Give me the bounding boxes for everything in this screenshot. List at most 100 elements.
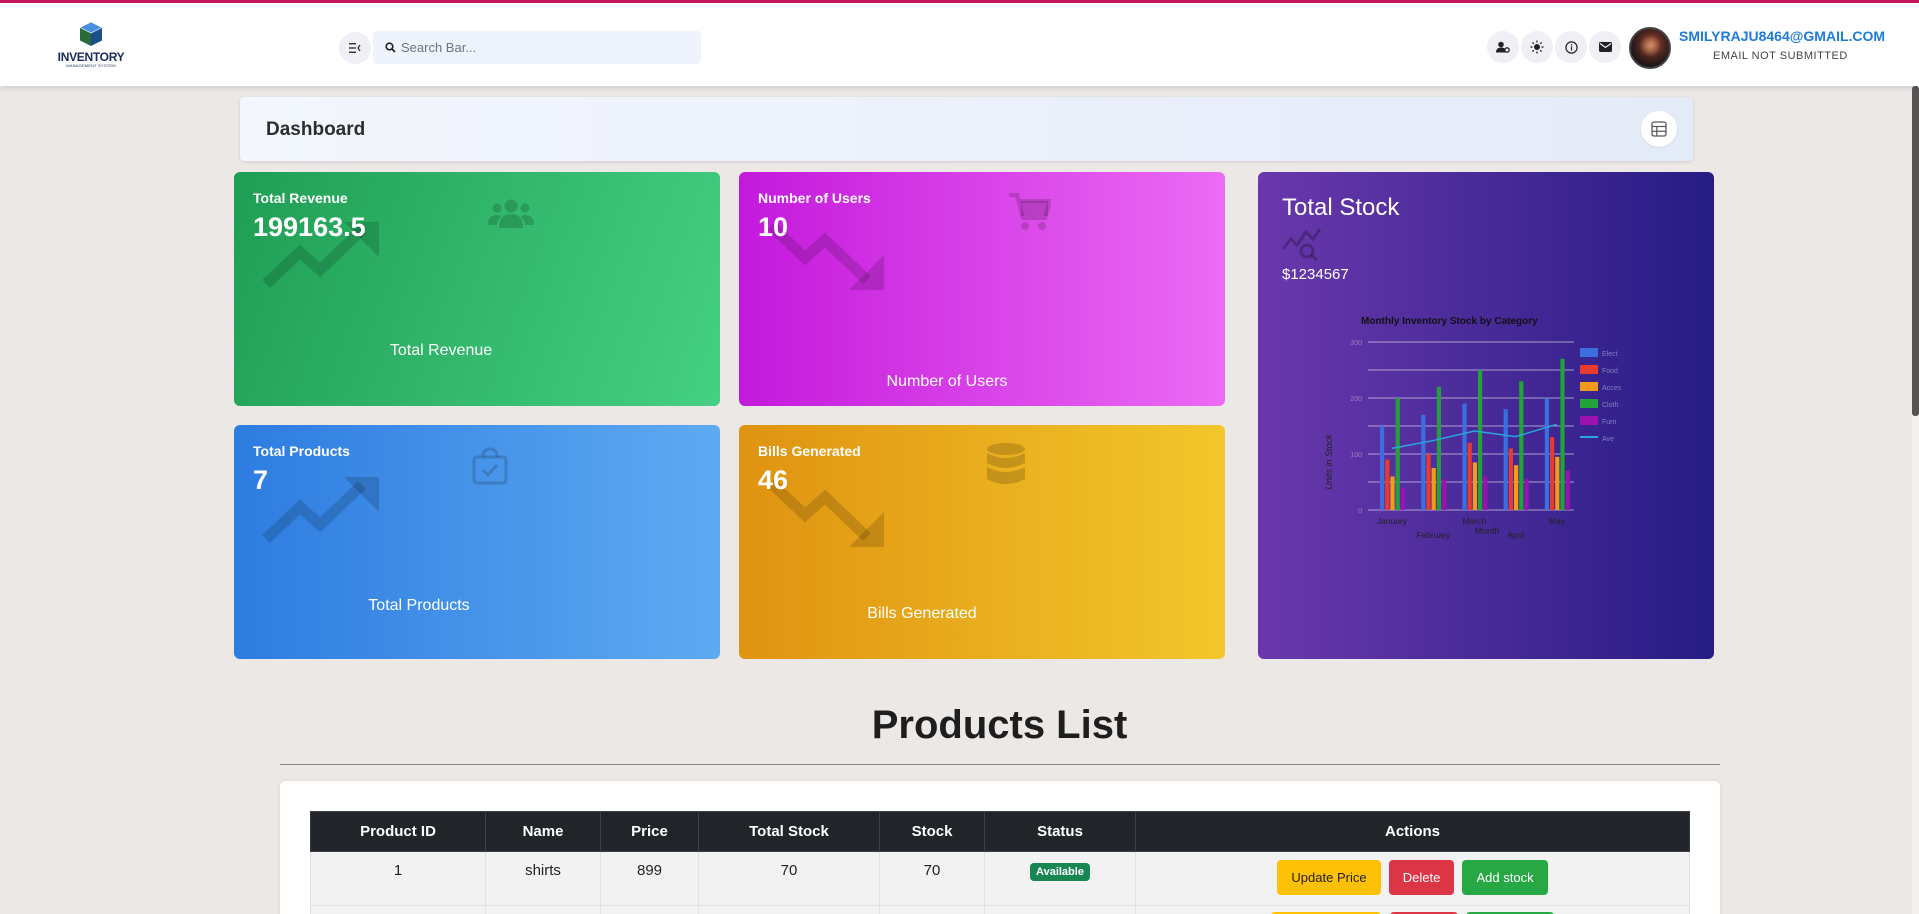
total-revenue-card[interactable]: Total Revenue 199163.5 Total Revenue	[234, 172, 720, 406]
x-tick-label: May	[1549, 516, 1566, 526]
bar	[1426, 454, 1431, 510]
inventory-bar-chart: Monthly Inventory Stock by Category Unit…	[1324, 316, 1622, 540]
bar	[1421, 414, 1426, 510]
chart-xlabel: Month	[1474, 526, 1499, 536]
users-icon	[488, 199, 534, 228]
total-stock-card[interactable]: Total Stock $1234567 Monthly Inventory S…	[1258, 172, 1714, 659]
legend-swatch	[1580, 399, 1598, 408]
bar	[1390, 476, 1395, 510]
search-icon	[385, 42, 396, 53]
info-button[interactable]	[1555, 31, 1587, 63]
avatar[interactable]	[1629, 27, 1671, 69]
delete-button[interactable]: Delete	[1388, 860, 1455, 895]
legend-swatch	[1580, 348, 1598, 357]
number-of-users-card[interactable]: Number of Users 10 Number of Users	[739, 172, 1225, 406]
card-footer: Total Revenue	[389, 342, 493, 359]
app-logo[interactable]: INVENTORY MANAGEMENT SYSTEM	[55, 21, 127, 73]
search-input[interactable]: Search Bar...	[401, 40, 476, 55]
x-tick-label: February	[1416, 530, 1451, 540]
user-status: EMAIL NOT SUBMITTED	[1713, 50, 1848, 62]
update-price-button[interactable]: Update Price	[1277, 860, 1381, 895]
x-tick-label: January	[1377, 516, 1408, 526]
table-view-button[interactable]	[1641, 111, 1677, 147]
cube-logo-icon	[79, 21, 103, 46]
card-footer: Number of Users	[886, 373, 1008, 390]
y-tick-label: 300	[1350, 340, 1362, 347]
dashboard-header: Dashboard	[240, 97, 1693, 161]
column-header: Stock	[879, 811, 985, 852]
bar	[1462, 403, 1467, 510]
column-header: Price	[600, 811, 699, 852]
products-list-heading: Products List	[871, 703, 1128, 747]
legend-swatch	[1580, 365, 1598, 374]
search-bar[interactable]: Search Bar...	[373, 31, 701, 64]
logo-subtext: MANAGEMENT SYSTEM	[66, 63, 116, 68]
legend-label: Elect	[1602, 351, 1618, 358]
legend-swatch	[1580, 382, 1598, 391]
average-line	[1391, 423, 1558, 450]
bar	[1519, 381, 1524, 510]
product-id-cell: 1	[310, 851, 486, 906]
bills-generated-card[interactable]: Bills Generated 46 Bills Generated	[739, 425, 1225, 659]
product-total-stock-cell: 70	[698, 851, 880, 906]
user-email: SMILYRAJU8464@GMAIL.COM	[1679, 28, 1886, 44]
bar	[1514, 465, 1519, 510]
products-divider	[280, 764, 1720, 765]
bar	[1467, 442, 1472, 510]
table-header-row: Product ID Name Price Total Stock Stock …	[310, 811, 1690, 852]
legend-label: Cloth	[1602, 402, 1618, 409]
legend-label: Furn	[1602, 419, 1617, 426]
legend-swatch	[1580, 416, 1598, 425]
card-value: 10	[758, 212, 789, 242]
bar	[1560, 358, 1565, 510]
card-value: 7	[253, 465, 269, 495]
bar	[1483, 476, 1488, 510]
table-row: 1 shirts 899 70 70 Available Update Pric…	[310, 851, 1690, 906]
y-tick-label: 0	[1358, 508, 1362, 515]
bar	[1442, 479, 1447, 510]
product-actions-cell: Update Price Delete Add stock	[1135, 851, 1690, 906]
top-navbar: INVENTORY MANAGEMENT SYSTEM Search Bar..…	[0, 0, 1919, 86]
product-name-cell: shirts	[485, 851, 601, 906]
product-price-cell: 899	[600, 851, 699, 906]
x-tick-label: March	[1463, 516, 1487, 526]
card-label: Total Revenue	[253, 190, 348, 206]
logo-text: INVENTORY	[57, 50, 125, 64]
column-header: Status	[984, 811, 1136, 852]
product-status-cell: Available	[984, 851, 1136, 906]
user-settings-icon	[1496, 41, 1510, 53]
shopping-bag-icon	[472, 447, 508, 485]
chart-search-icon	[1282, 228, 1322, 261]
bar	[1431, 468, 1436, 510]
shopping-cart-icon	[1009, 193, 1051, 230]
legend-label: Food	[1602, 368, 1618, 375]
column-header: Product ID	[310, 811, 486, 852]
menu-toggle-button[interactable]	[339, 32, 371, 64]
bar	[1395, 398, 1400, 510]
card-value: 199163.5	[253, 212, 366, 242]
bar	[1436, 386, 1441, 510]
mail-button[interactable]	[1589, 31, 1621, 63]
card-footer: Bills Generated	[867, 605, 977, 622]
bar	[1503, 409, 1508, 510]
total-products-card[interactable]: Total Products 7 Total Products	[234, 425, 720, 659]
table-icon	[1651, 121, 1667, 137]
bar	[1478, 370, 1483, 510]
menu-toggle-icon	[349, 43, 361, 53]
stock-title: Total Stock	[1282, 194, 1400, 221]
products-table: Product ID Name Price Total Stock Stock …	[310, 811, 1690, 914]
user-settings-button[interactable]	[1487, 31, 1519, 63]
bar	[1555, 456, 1560, 510]
bar	[1544, 398, 1549, 510]
bar	[1380, 426, 1385, 510]
scrollbar-thumb[interactable]	[1912, 86, 1919, 416]
column-header: Total Stock	[698, 811, 880, 852]
bar	[1400, 487, 1405, 510]
bar	[1508, 448, 1513, 510]
card-label: Number of Users	[758, 190, 871, 206]
bar	[1550, 437, 1555, 510]
bar	[1524, 479, 1529, 510]
scrollbar[interactable]	[1912, 86, 1919, 914]
theme-toggle-button[interactable]	[1521, 31, 1553, 63]
add-stock-button[interactable]: Add stock	[1462, 860, 1548, 895]
